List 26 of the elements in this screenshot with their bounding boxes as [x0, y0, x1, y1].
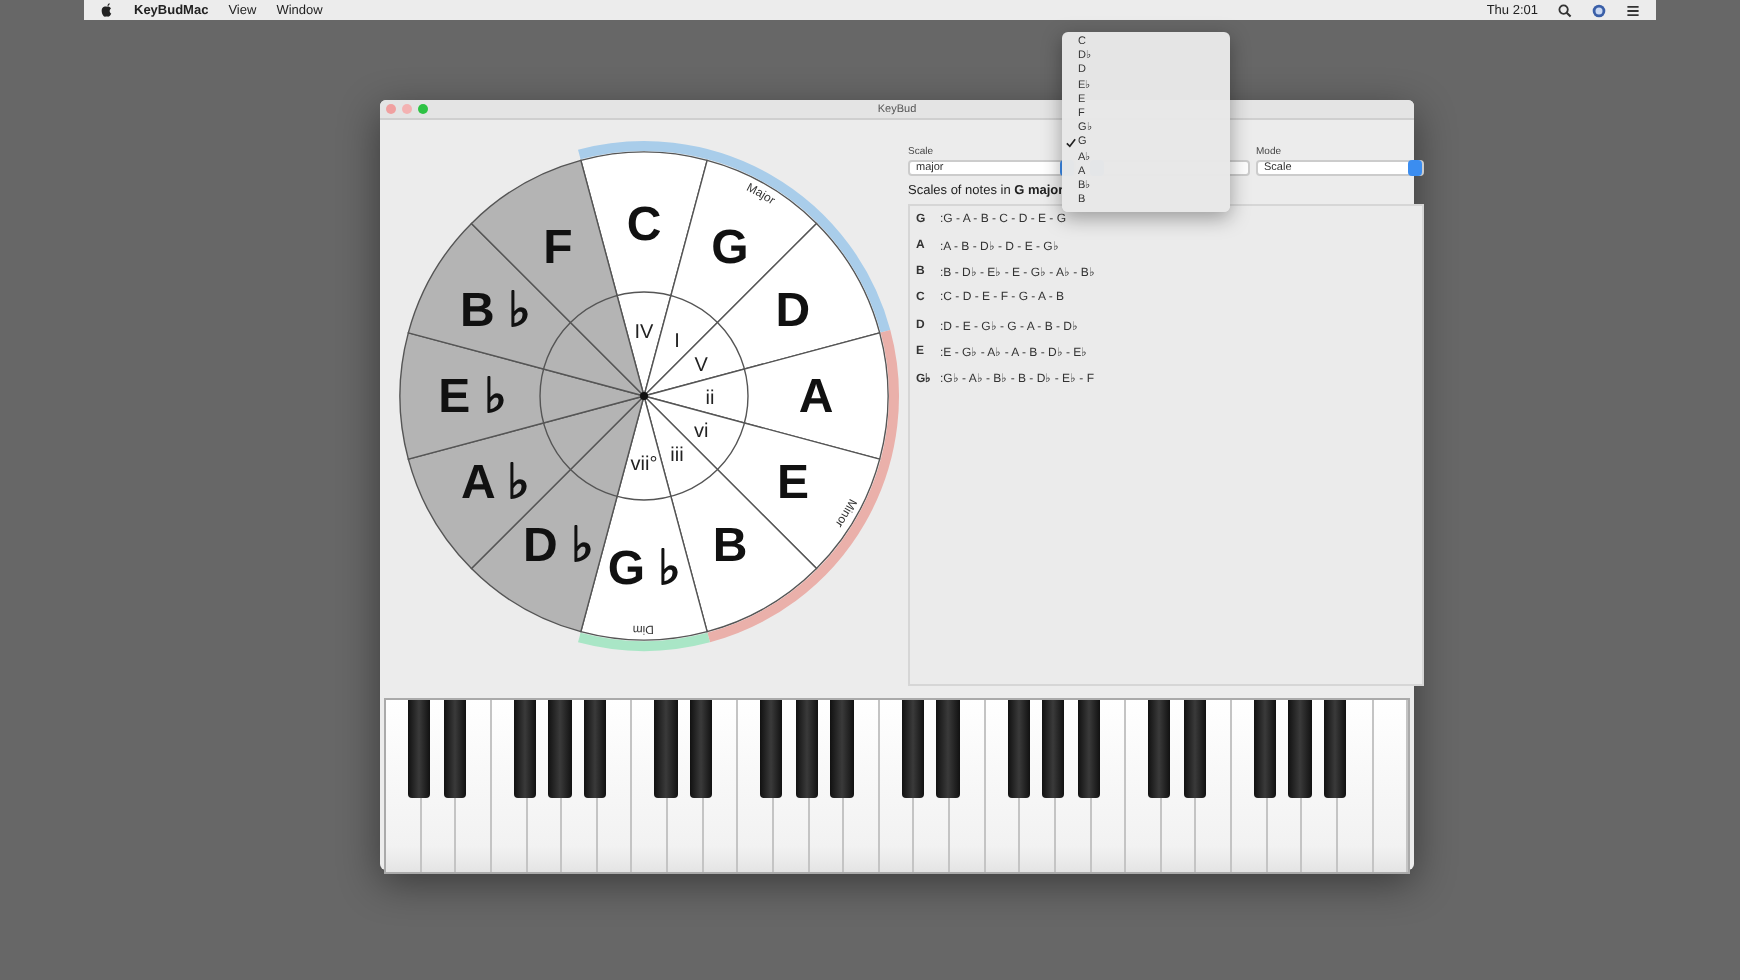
center-dot: [640, 392, 648, 400]
note-label: D ♭: [523, 518, 593, 573]
piano-keyboard-drawing[interactable]: [384, 698, 1410, 874]
note-label: G: [711, 221, 749, 276]
list-icon[interactable]: [1626, 3, 1640, 17]
note-label: G ♭: [607, 542, 681, 596]
roman-numeral: V: [694, 355, 708, 377]
search-icon[interactable]: [1558, 3, 1572, 17]
note-label: A ♭: [460, 456, 530, 510]
roman-numeral: I: [674, 330, 680, 353]
note-label: D: [775, 284, 811, 338]
note-label: E: [776, 456, 809, 510]
roman-numeral: vi: [693, 421, 709, 443]
roman-numeral: vii°: [630, 454, 658, 476]
roman-numeral: iii: [670, 445, 684, 468]
apple-icon[interactable]: [100, 2, 114, 18]
roman-numeral: ii: [705, 388, 715, 410]
note-label: F: [543, 221, 573, 276]
note-label: B ♭: [460, 284, 531, 338]
note-label: C: [626, 198, 662, 252]
roman-numeral: IV: [634, 322, 654, 344]
note-label: E ♭: [438, 370, 506, 424]
note-label: B: [712, 518, 748, 573]
assistant-icon[interactable]: [1592, 3, 1606, 17]
note-label: A: [798, 370, 834, 424]
key-segment[interactable]: [580, 151, 708, 397]
